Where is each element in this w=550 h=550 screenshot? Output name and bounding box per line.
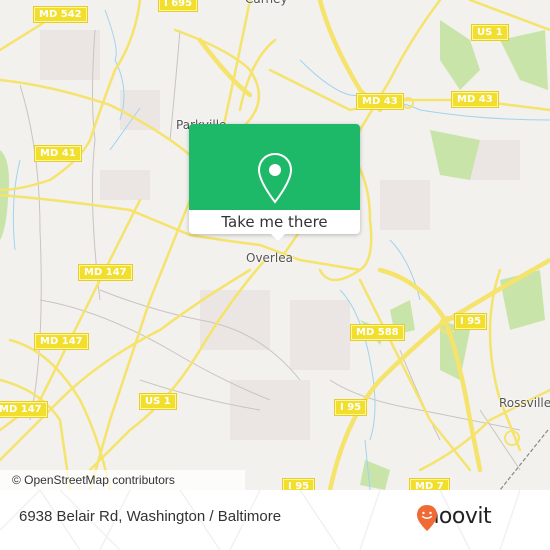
- road-shield-us-1-south: US 1: [140, 394, 176, 409]
- road-shield-md-588: MD 588: [351, 325, 404, 340]
- place-label-rossville: Rossville: [499, 396, 550, 410]
- popup-pointer: [269, 232, 287, 241]
- road-shield-md-43-east: MD 43: [452, 92, 498, 107]
- place-label-overlea: Overlea: [246, 251, 293, 265]
- map[interactable]: Carney Parkville Overlea Rossville MD 54…: [0, 0, 550, 490]
- road-shield-md-147-west: MD 147: [0, 402, 47, 417]
- take-me-there-button[interactable]: Take me there: [189, 210, 360, 234]
- road-shield-md-43: MD 43: [357, 94, 403, 109]
- popup-header: [189, 124, 360, 210]
- location-pin-icon: [257, 152, 293, 204]
- road-shield-i-95-interchange: I 95: [455, 314, 487, 329]
- map-attribution[interactable]: © OpenStreetMap contributors: [0, 470, 245, 490]
- road-shield-i-95: I 95: [335, 400, 367, 415]
- place-label-carney: Carney: [245, 0, 288, 6]
- road-shield-md-7: MD 7: [410, 479, 449, 490]
- address-text: 6938 Belair Rd, Washington / Baltimore: [19, 508, 282, 525]
- map-base-layer: [0, 0, 550, 490]
- road-shield-i-695: I 695: [159, 0, 198, 11]
- road-shield-i-95-south: I 95: [283, 479, 315, 490]
- road-shield-md-542: MD 542: [34, 7, 87, 22]
- moovit-logo[interactable]: moovit: [416, 504, 492, 531]
- footer-bar: 6938 Belair Rd, Washington / Baltimore m…: [0, 490, 550, 550]
- road-shield-md-147-south: MD 147: [35, 334, 88, 349]
- road-shield-us-1: US 1: [472, 25, 508, 40]
- road-shield-md-41: MD 41: [35, 146, 81, 161]
- moovit-pin-icon: [417, 505, 437, 531]
- destination-popup: Take me there: [189, 124, 360, 241]
- road-shield-md-147: MD 147: [79, 265, 132, 280]
